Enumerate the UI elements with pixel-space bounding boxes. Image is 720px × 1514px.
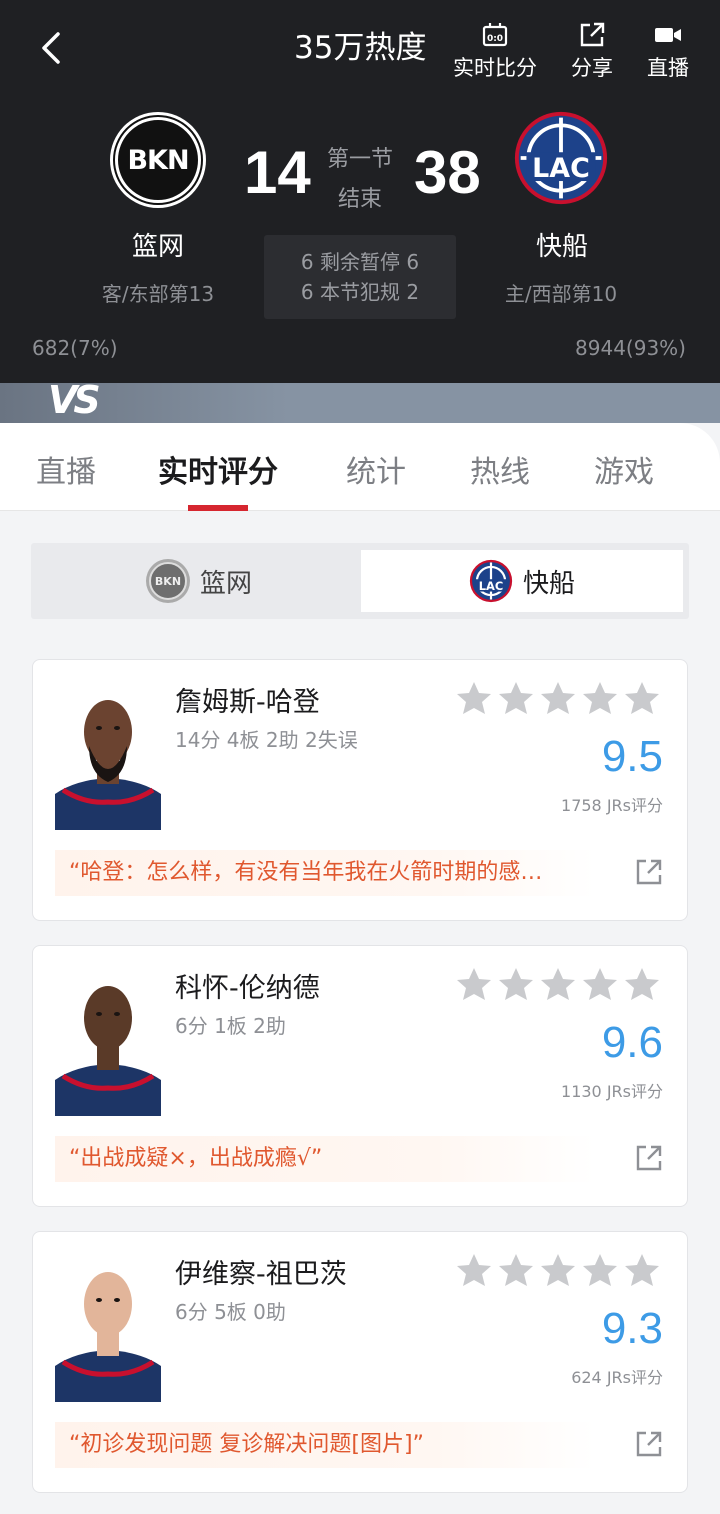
active-tab-indicator [188,505,248,511]
game-header: 35万热度 0:0 实时比分 分享 直播 BKN LAC 14 第一节 结束 3… [0,0,720,430]
switch-away-team[interactable]: BKN 篮网 [39,550,359,612]
rating-star-icon[interactable] [581,680,619,718]
home-team-abbr: LAC [532,153,590,184]
player-card[interactable]: 科怀-伦纳德 6分 1板 2助 9.6 1130 JRs评分 “出战成疑×，出战成瘾√” [32,945,688,1207]
player-stats: 6分 1板 2助 [175,1014,286,1038]
player-stats: 14分 4板 2助 2失误 [175,728,358,752]
home-support-votes: 8944(93%) [575,336,686,360]
rating-stars[interactable] [455,1252,661,1290]
tab-live-rating[interactable]: 实时评分 [158,447,278,491]
home-team-name: 快船 [535,232,588,262]
live-score-label: 实时比分 [453,56,537,80]
share-label: 分享 [571,56,613,80]
rating-star-icon[interactable] [497,1252,535,1290]
open-external-icon[interactable] [635,1144,663,1172]
away-team-logo[interactable]: BKN [110,112,206,208]
player-headshot [55,1272,161,1402]
rating-star-icon[interactable] [455,966,493,1004]
rating-star-icon[interactable] [623,680,661,718]
switch-home-team[interactable]: LAC 快船 [361,550,683,612]
rating-star-icon[interactable] [455,680,493,718]
away-team-name: 篮网 [131,232,184,262]
tab-hotline[interactable]: 热线 [470,447,530,491]
tab-live[interactable]: 直播 [36,447,96,491]
tab-stats[interactable]: 统计 [346,447,406,491]
player-stats: 6分 5板 0助 [175,1300,286,1324]
top-comment[interactable]: “出战成疑×，出战成瘾√” [55,1136,595,1182]
top-comment[interactable]: “哈登：怎么样，有没有当年我在火箭时期的感… [55,850,595,896]
player-name: 詹姆斯-哈登 [175,687,320,718]
period-name: 第一节 [326,147,393,172]
period-status: 第一节 结束 [320,140,400,220]
player-name: 科怀-伦纳德 [175,973,320,1004]
open-external-icon[interactable] [635,1430,663,1458]
switch-home-label: 快船 [522,568,575,599]
timeouts-remaining: 6 剩余暂停 6 [300,250,420,274]
rating-star-icon[interactable] [455,1252,493,1290]
period-state: 结束 [337,187,382,212]
top-comment[interactable]: “初诊发现问题 复诊解决问题[图片]” [55,1422,595,1468]
team-switcher: BKN 篮网 LAC 快船 [31,543,689,619]
game-stats-box: 6 剩余暂停 6 6 本节犯规 2 [264,235,456,319]
svg-text:LAC: LAC [479,579,504,593]
open-external-icon[interactable] [635,858,663,886]
rating-star-icon[interactable] [539,966,577,1004]
content-panel: 直播 实时评分 统计 热线 游戏 BKN 篮网 LAC 快船 詹姆斯-哈登 14分… [0,423,720,1514]
share-icon [580,22,605,47]
player-rating: 9.5 [601,732,663,781]
home-team-mini-logo: LAC [469,559,513,603]
rating-star-icon[interactable] [581,1252,619,1290]
player-name: 伊维察-祖巴茨 [175,1259,347,1290]
player-rating: 9.3 [601,1304,663,1353]
live-video-button[interactable]: 直播 [640,20,696,82]
rating-star-icon[interactable] [497,966,535,1004]
rating-count: 1758 JRs评分 [561,796,663,815]
rating-count: 1130 JRs评分 [561,1082,663,1101]
live-score-button[interactable]: 0:0 实时比分 [450,20,540,82]
rating-stars[interactable] [455,966,661,1004]
rating-star-icon[interactable] [581,966,619,1004]
home-team-standing: 主/西部第10 [504,282,618,306]
player-card[interactable]: 伊维察-祖巴茨 6分 5板 0助 9.3 624 JRs评分 “初诊发现问题 复诊解决问… [32,1231,688,1493]
rating-star-icon[interactable] [497,680,535,718]
rating-star-icon[interactable] [539,1252,577,1290]
player-headshot [55,986,161,1116]
player-card[interactable]: 詹姆斯-哈登 14分 4板 2助 2失误 9.5 1758 JRs评分 “哈登：怎么样，… [32,659,688,921]
away-team-standing: 客/东部第13 [101,282,215,306]
rating-star-icon[interactable] [623,966,661,1004]
rating-stars[interactable] [455,680,661,718]
tab-bar: 直播 实时评分 统计 热线 游戏 [0,423,720,511]
live-video-label: 直播 [647,56,689,80]
scoreboard-icon: 0:0 [482,23,508,47]
home-score: 38 [414,139,481,206]
player-headshot [55,700,161,830]
away-score: 14 [244,139,311,206]
away-team-mini-logo: BKN [145,559,190,603]
svg-text:0:0: 0:0 [487,34,503,44]
switch-away-label: 篮网 [199,568,252,599]
heat-count: 35万热度 [294,30,427,66]
away-team-abbr: BKN [127,144,189,176]
rating-star-icon[interactable] [539,680,577,718]
home-team-logo[interactable]: LAC [513,110,609,206]
share-button[interactable]: 分享 [562,20,622,82]
rating-star-icon[interactable] [623,1252,661,1290]
rating-count: 624 JRs评分 [571,1368,663,1387]
away-support-votes: 682(7%) [32,336,118,360]
vs-badge: VS [48,378,101,422]
period-fouls: 6 本节犯规 2 [300,280,420,304]
video-camera-icon [655,28,681,42]
back-arrow-icon[interactable] [34,28,68,68]
player-rating: 9.6 [601,1018,663,1067]
tab-games[interactable]: 游戏 [594,447,654,491]
